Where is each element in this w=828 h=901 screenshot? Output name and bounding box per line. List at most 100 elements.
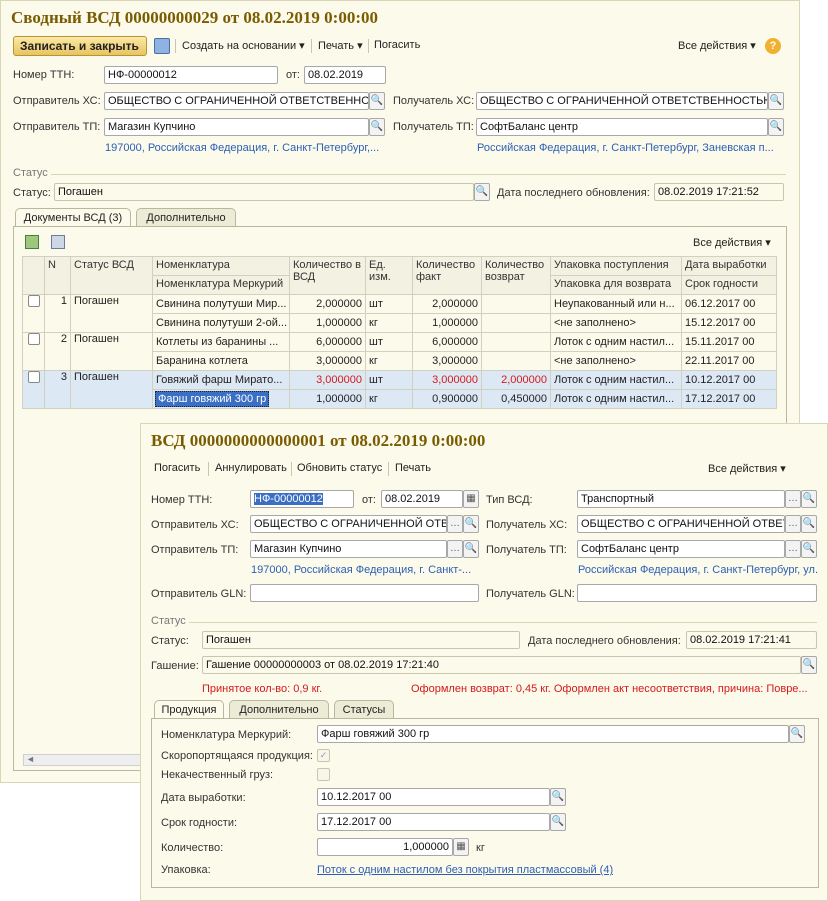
save-icon[interactable]: [154, 38, 170, 54]
nom-merc-input[interactable]: Фарш говяжий 300 гр: [317, 725, 789, 743]
col-n[interactable]: N: [44, 256, 71, 295]
ttn-input[interactable]: НФ-00000012: [104, 66, 278, 84]
search-icon[interactable]: 🔍: [369, 118, 385, 136]
prod-date-input[interactable]: 10.12.2017 00: [317, 788, 550, 806]
table-row-selected[interactable]: 3 Погашен Говяжий фарш Мирато... 3,00000…: [22, 370, 777, 409]
col-nom-merc[interactable]: Номенклатура Меркурий: [152, 275, 290, 295]
check-all-icon[interactable]: [25, 235, 39, 249]
search-icon[interactable]: 🔍: [768, 118, 784, 136]
row-checkbox[interactable]: [22, 294, 45, 333]
sender-tp-input[interactable]: Магазин Купчино: [104, 118, 369, 136]
search-icon[interactable]: 🔍: [474, 183, 490, 201]
receiver-address-link[interactable]: Российская Федерация, г. Санкт-Петербург…: [578, 564, 818, 576]
row-pack: Лоток с одним настил...: [550, 370, 682, 390]
row-checkbox[interactable]: [22, 370, 45, 409]
save-close-button[interactable]: Записать и закрыть: [13, 36, 147, 56]
search-icon[interactable]: 🔍: [550, 813, 566, 831]
col-nom[interactable]: Номенклатура: [152, 256, 290, 276]
row-return: [481, 351, 551, 371]
tab-documents[interactable]: Документы ВСД (3): [15, 208, 131, 227]
row-nom-cell[interactable]: Фарш говяжий 300 гр: [152, 389, 290, 409]
tab-additional[interactable]: Дополнительно: [229, 700, 329, 718]
sender-address-link[interactable]: 197000, Российская Федерация, г. Санкт-П…: [105, 142, 385, 154]
search-icon[interactable]: 🔍: [768, 92, 784, 110]
col-status[interactable]: Статус ВСД: [70, 256, 153, 295]
row-date: 17.12.2017 00: [681, 389, 777, 409]
ttn-input[interactable]: НФ-00000012: [250, 490, 354, 508]
redeem-button[interactable]: Погасить: [374, 39, 420, 51]
print-button[interactable]: Печать ▾: [318, 39, 363, 52]
col-exp-date[interactable]: Срок годности: [681, 275, 777, 295]
more-icon[interactable]: …: [785, 515, 801, 533]
create-based-button[interactable]: Создать на основании ▾: [182, 39, 305, 52]
print-button[interactable]: Печать: [395, 462, 431, 474]
status-label: Статус:: [13, 187, 51, 199]
row-nom: Баранина котлета: [152, 351, 290, 371]
sender-tp-input[interactable]: Магазин Купчино: [250, 540, 447, 558]
row-status: Погашен: [70, 294, 153, 333]
calendar-icon[interactable]: ▦: [463, 490, 479, 508]
more-icon[interactable]: …: [447, 540, 463, 558]
receiver-tp-input[interactable]: СофтБаланс центр: [476, 118, 768, 136]
from-date-input[interactable]: 08.02.2019: [381, 490, 463, 508]
sender-hs-input[interactable]: ОБЩЕСТВО С ОГРАНИЧЕННОЙ ОТВЕТСТВЕННОСТЬЮ: [104, 92, 369, 110]
scroll-left-icon[interactable]: ◄: [26, 754, 35, 764]
receiver-tp-input[interactable]: СофтБаланс центр: [577, 540, 785, 558]
sender-address-link[interactable]: 197000, Российская Федерация, г. Санкт-.…: [251, 564, 481, 576]
last-update-label: Дата последнего обновления:: [497, 187, 650, 199]
all-actions-button[interactable]: Все действия ▾: [708, 462, 786, 475]
receiver-hs-input[interactable]: ОБЩЕСТВО С ОГРАНИЧЕННОЙ ОТВЕТСТВЕННОСТЬЮ: [577, 515, 785, 533]
status-group-divider: [189, 622, 817, 623]
row-status: Погашен: [70, 332, 153, 371]
col-qty-fact[interactable]: Количество факт: [412, 256, 482, 295]
search-icon[interactable]: 🔍: [801, 656, 817, 674]
search-icon[interactable]: 🔍: [801, 540, 817, 558]
type-input[interactable]: Транспортный: [577, 490, 785, 508]
sender-gln-input[interactable]: [250, 584, 479, 602]
col-qty-vsd[interactable]: Количество в ВСД: [289, 256, 366, 295]
receiver-tp-label: Получатель ТП:: [393, 121, 474, 133]
cancel-button[interactable]: Аннулировать: [215, 462, 287, 474]
row-checkbox[interactable]: [22, 332, 45, 371]
from-date-input[interactable]: 08.02.2019: [304, 66, 386, 84]
qty-unit: кг: [476, 842, 485, 854]
grid-all-actions-button[interactable]: Все действия ▾: [693, 236, 771, 249]
tab-additional[interactable]: Дополнительно: [136, 208, 236, 226]
row-fact: 2,000000: [412, 294, 482, 314]
table-row[interactable]: 2 Погашен Котлеты из баранины ... 6,0000…: [22, 332, 777, 371]
row-nom: Говяжий фарш Мирато...: [152, 370, 290, 390]
tab-products[interactable]: Продукция: [154, 700, 224, 719]
redeem-button[interactable]: Погасить: [154, 462, 200, 474]
col-unit[interactable]: Ед. изм.: [365, 256, 413, 295]
more-icon[interactable]: …: [785, 540, 801, 558]
more-icon[interactable]: …: [447, 515, 463, 533]
search-icon[interactable]: 🔍: [801, 490, 817, 508]
search-icon[interactable]: 🔍: [789, 725, 805, 743]
row-qty: 1,000000: [289, 313, 366, 333]
row-unit: шт: [365, 332, 413, 352]
exp-date-input[interactable]: 17.12.2017 00: [317, 813, 550, 831]
uncheck-all-icon[interactable]: [51, 235, 65, 249]
pack-link[interactable]: Поток с одним настилом без покрытия плас…: [317, 864, 613, 876]
tab-statuses[interactable]: Статусы: [334, 700, 394, 718]
col-pack-ret[interactable]: Упаковка для возврата: [550, 275, 682, 295]
search-icon[interactable]: 🔍: [550, 788, 566, 806]
receiver-address-link[interactable]: Российская Федерация, г. Санкт-Петербург…: [477, 142, 785, 154]
col-qty-return[interactable]: Количество возврат: [481, 256, 551, 295]
search-icon[interactable]: 🔍: [463, 540, 479, 558]
receiver-hs-input[interactable]: ОБЩЕСТВО С ОГРАНИЧЕННОЙ ОТВЕТСТВЕННОСТЬЮ: [476, 92, 768, 110]
qty-input[interactable]: 1,000000: [317, 838, 453, 856]
search-icon[interactable]: 🔍: [369, 92, 385, 110]
help-icon[interactable]: ?: [765, 38, 781, 54]
refresh-status-button[interactable]: Обновить статус: [297, 462, 382, 474]
receiver-gln-input[interactable]: [577, 584, 817, 602]
search-icon[interactable]: 🔍: [463, 515, 479, 533]
more-icon[interactable]: …: [785, 490, 801, 508]
col-pack-in[interactable]: Упаковка поступления: [550, 256, 682, 276]
search-icon[interactable]: 🔍: [801, 515, 817, 533]
col-prod-date[interactable]: Дата выработки: [681, 256, 777, 276]
all-actions-button[interactable]: Все действия ▾: [678, 39, 756, 52]
table-row[interactable]: 1 Погашен Свинина полутуши Мир... 2,0000…: [22, 294, 777, 333]
sender-hs-input[interactable]: ОБЩЕСТВО С ОГРАНИЧЕННОЙ ОТВЕТСТВЕННОСТЬЮ: [250, 515, 447, 533]
calculator-icon[interactable]: ▦: [453, 838, 469, 856]
